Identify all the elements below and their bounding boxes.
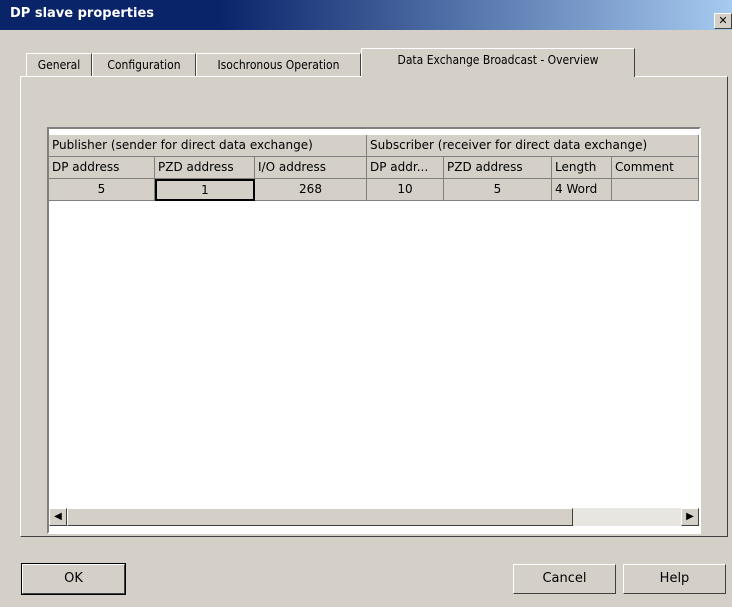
help-button[interactable]: Help [623,564,726,594]
cell-subscriber-dp-address[interactable]: 10 [367,179,444,201]
tab-general[interactable]: General [26,53,92,77]
cell-subscriber-pzd-address[interactable]: 5 [444,179,552,201]
column-header-io-address[interactable]: I/O address [255,157,367,179]
cell-io-address[interactable]: 268 [255,179,367,201]
close-button[interactable]: ✕ [714,13,732,29]
cell-pzd-address[interactable]: 1 [155,179,255,201]
cell-dp-address[interactable]: 5 [49,179,155,201]
title-bar: DP slave properties ✕ [0,0,732,30]
scroll-left-arrow-icon[interactable]: ◀ [49,508,67,526]
scroll-right-arrow-icon[interactable]: ▶ [681,508,699,526]
cell-length[interactable]: 4 Word [552,179,612,201]
publisher-group-header: Publisher (sender for direct data exchan… [49,135,367,157]
column-header-dp-address[interactable]: DP address [49,157,155,179]
ok-button[interactable]: OK [21,563,126,595]
tab-configuration[interactable]: Configuration [92,53,196,77]
column-header-pzd-address[interactable]: PZD address [155,157,255,179]
column-header-subscriber-pzd-address[interactable]: PZD address [444,157,552,179]
scroll-thumb[interactable] [67,508,573,526]
subscriber-group-header: Subscriber (receiver for direct data exc… [367,135,699,157]
data-exchange-table: Publisher (sender for direct data exchan… [47,127,701,534]
column-header-subscriber-dp-address[interactable]: DP addr... [367,157,444,179]
tab-data-exchange-broadcast-overview[interactable]: Data Exchange Broadcast - Overview [361,48,635,77]
column-header-comment[interactable]: Comment [612,157,699,179]
horizontal-scrollbar[interactable]: ◀ ▶ [49,508,699,526]
cancel-button[interactable]: Cancel [513,564,616,594]
window-title: DP slave properties [10,6,155,21]
tab-isochronous-operation[interactable]: Isochronous Operation [196,53,361,77]
cell-comment[interactable] [612,179,699,201]
column-header-length[interactable]: Length [552,157,612,179]
